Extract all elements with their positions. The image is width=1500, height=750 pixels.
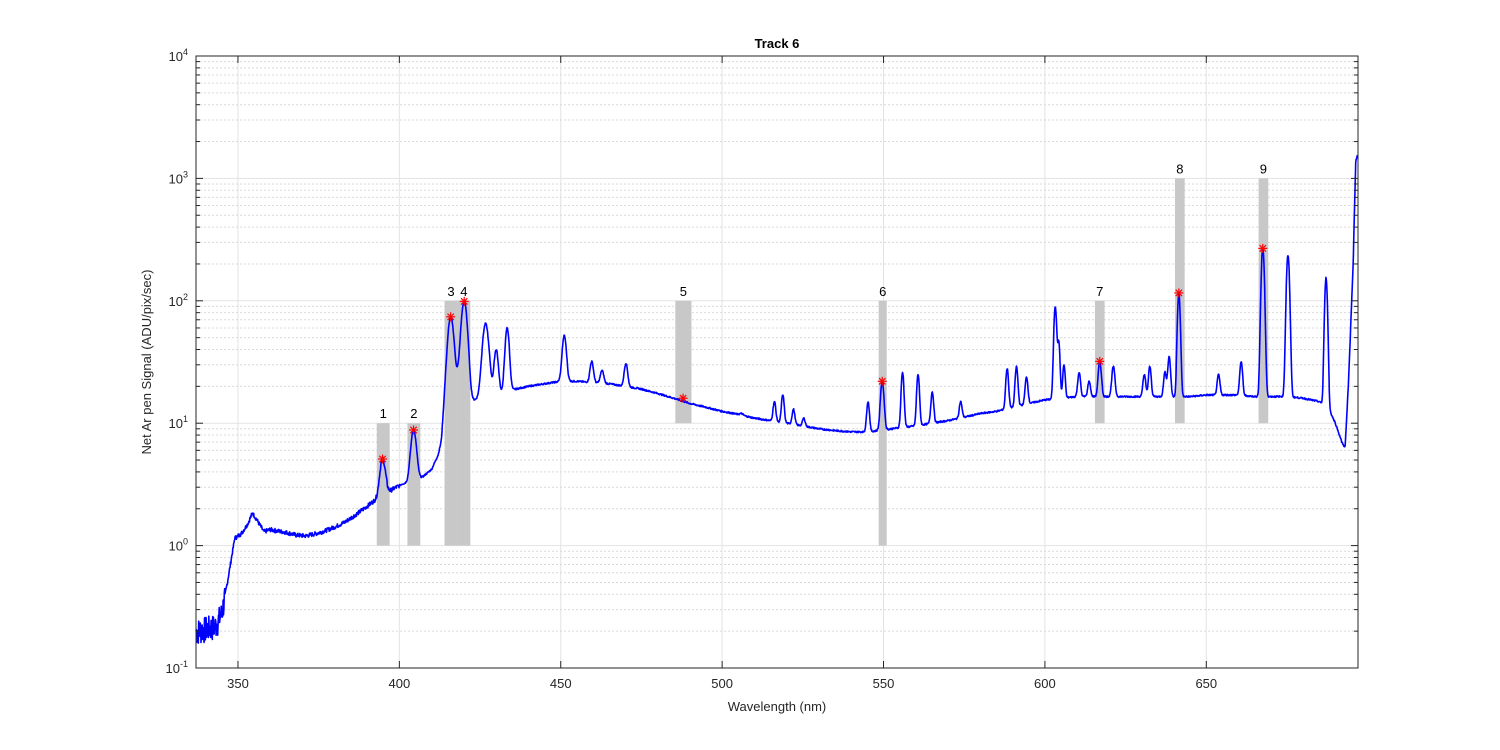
band-label-4: 4: [460, 284, 467, 299]
y-axis-label: Net Ar pen Signal (ADU/pix/sec): [139, 270, 154, 455]
peak-marker-1: [378, 454, 388, 464]
peak-marker-9: [1258, 243, 1268, 253]
peak-marker-5: [678, 393, 688, 403]
spectrum-chart: 350 400 450 500 550 600 65010-1100101102103104…: [0, 0, 1500, 750]
peak-marker-3: [446, 312, 456, 322]
peak-marker-8: [1174, 288, 1184, 298]
x-tick-label: 500: [711, 676, 733, 691]
band-label-7: 7: [1096, 284, 1103, 299]
x-tick-label: 650: [1195, 676, 1217, 691]
band-label-2: 2: [410, 406, 417, 421]
band-label-3: 3: [447, 284, 454, 299]
x-tick-label: 550: [873, 676, 895, 691]
x-tick-label: 400: [388, 676, 410, 691]
band-label-5: 5: [680, 284, 687, 299]
band-label-9: 9: [1260, 161, 1267, 176]
chart-title: Track 6: [755, 36, 800, 51]
x-tick-label: 600: [1034, 676, 1056, 691]
peak-marker-2: [409, 425, 419, 435]
x-tick-label: 350: [227, 676, 249, 691]
band-label-1: 1: [380, 406, 387, 421]
band-5: [675, 300, 692, 424]
x-axis-label: Wavelength (nm): [728, 699, 827, 714]
peak-marker-6: [877, 376, 887, 386]
band-label-6: 6: [879, 284, 886, 299]
band-3: [444, 300, 458, 546]
band-2: [407, 423, 421, 546]
band-label-8: 8: [1176, 161, 1183, 176]
peak-marker-7: [1095, 356, 1105, 366]
x-tick-label: 450: [550, 676, 572, 691]
